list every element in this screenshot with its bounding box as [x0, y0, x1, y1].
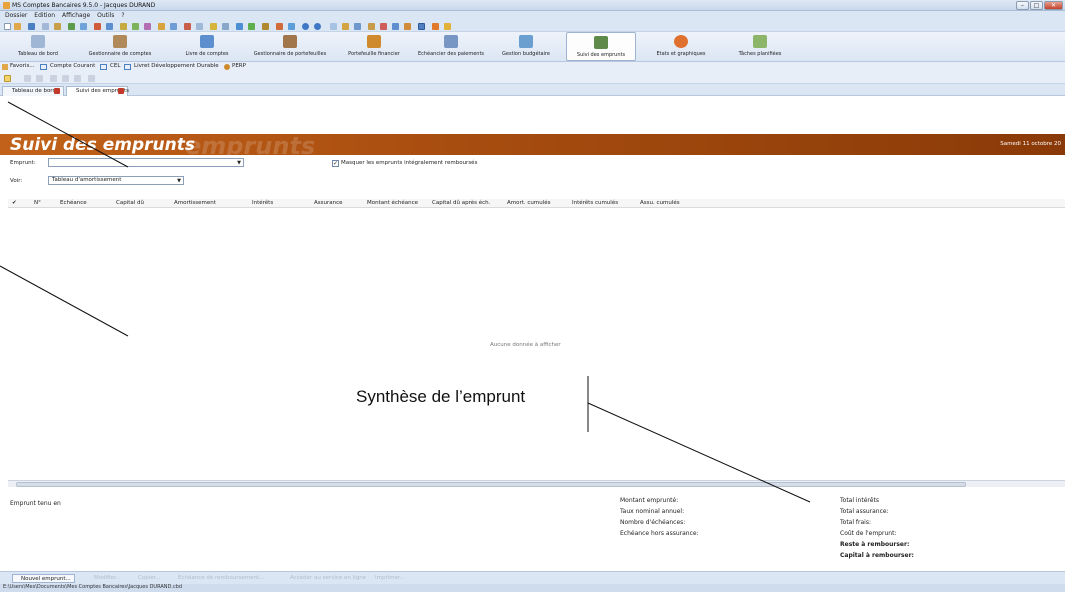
- imprimer-button[interactable]: Imprimer...: [375, 574, 405, 583]
- copier-button[interactable]: Copier...: [138, 574, 161, 583]
- action-bar: Nouvel emprunt... Modifier... Copier... …: [0, 571, 1065, 584]
- service-en-ligne-button[interactable]: Accéder au service en ligne: [290, 574, 366, 583]
- annotation-line: [587, 402, 811, 503]
- status-path: E:\Users\Mes\Documents\Mes Comptes Banca…: [3, 584, 183, 590]
- nouvel-emprunt-button[interactable]: Nouvel emprunt...: [12, 574, 75, 583]
- nouvel-emprunt-label: Nouvel emprunt...: [21, 576, 71, 582]
- annotation-line: [7, 101, 129, 168]
- annotation-line: [0, 265, 129, 337]
- modifier-button[interactable]: Modifier...: [94, 574, 121, 583]
- status-bar: E:\Users\Mes\Documents\Mes Comptes Banca…: [0, 584, 1065, 592]
- annotation-synthese: Synthèse de l’emprunt: [356, 387, 526, 406]
- annotation-lines: [0, 101, 811, 503]
- echeance-remboursement-button[interactable]: Echéance de remboursement...: [178, 574, 264, 583]
